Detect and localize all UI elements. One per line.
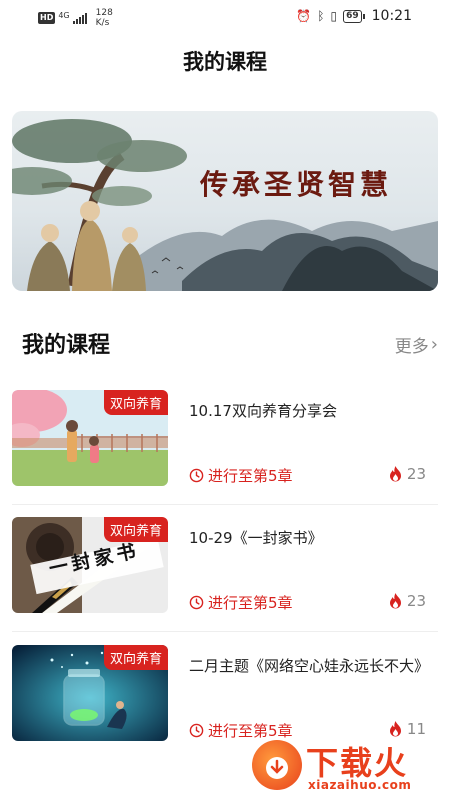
more-link[interactable]: 更多 › [395,332,438,357]
alarm-icon: ⏰ [296,9,312,23]
more-label: 更多 [394,337,429,357]
status-bar: HD 4G 128 K/s ⏰ ᛒ ▯ 69 10:21 [0,0,450,34]
page-title: 我的课程 [183,50,267,74]
status-left: HD 4G 128 K/s [38,8,116,28]
course-tag: 双向养育 [103,645,168,670]
course-hot-count: 23 [389,592,426,610]
network-speed: 128 K/s [95,8,113,28]
course-count-text: 11 [406,720,426,738]
status-right: ⏰ ᛒ ▯ 69 10:21 [296,8,412,24]
course-progress: 进行至第5章 [189,465,293,486]
chevron-right-icon: › [430,334,438,355]
watermark: 下载火 xiazaihuo.com [252,738,442,794]
hd-badge: HD [38,12,56,24]
banner[interactable]: 传承圣贤智慧 [12,111,438,291]
course-thumbnail: 一封家书 双向养育 [12,517,168,613]
course-count-text: 23 [406,465,426,483]
divider [12,631,438,632]
signal-icon [72,12,87,24]
course-item[interactable]: 双向养育 10.17双向养育分享会 进行至第5章 23 [0,390,450,508]
flame-icon [389,721,401,737]
bluetooth-icon: ᛒ [317,9,325,23]
course-thumbnail: 双向养育 [12,645,168,741]
course-progress: 进行至第5章 [189,592,293,613]
course-progress-text: 进行至第5章 [208,467,293,485]
course-item[interactable]: 一封家书 双向养育 10-29《一封家书》 进行至第5章 23 [0,517,450,635]
flame-icon [389,593,401,609]
section-title: 我的课程 [22,333,111,358]
course-tag: 双向养育 [103,517,168,542]
course-title: 10-29《一封家书》 [189,529,323,547]
clock-icon [189,468,204,483]
course-title: 10.17双向养育分享会 [189,402,337,420]
course-title: 二月主题《网络空心娃永远长不大》 [189,657,430,675]
vibrate-icon: ▯ [330,9,338,23]
watermark-logo-icon [252,740,302,790]
course-hot-count: 11 [389,720,426,738]
divider [12,504,438,505]
course-tag: 双向养育 [103,390,168,415]
network-type: 4G [58,10,70,20]
watermark-url: xiazaihuo.com [308,778,412,792]
status-time: 10:21 [371,8,412,24]
battery-icon: 69 [343,9,365,23]
flame-icon [389,466,401,482]
clock-icon [189,723,204,738]
clock-icon [189,595,204,610]
course-hot-count: 23 [389,465,426,483]
course-thumbnail: 双向养育 [12,390,168,486]
course-progress-text: 进行至第5章 [208,594,293,612]
banner-slogan: 传承圣贤智慧 [200,168,393,201]
course-count-text: 23 [406,592,426,610]
